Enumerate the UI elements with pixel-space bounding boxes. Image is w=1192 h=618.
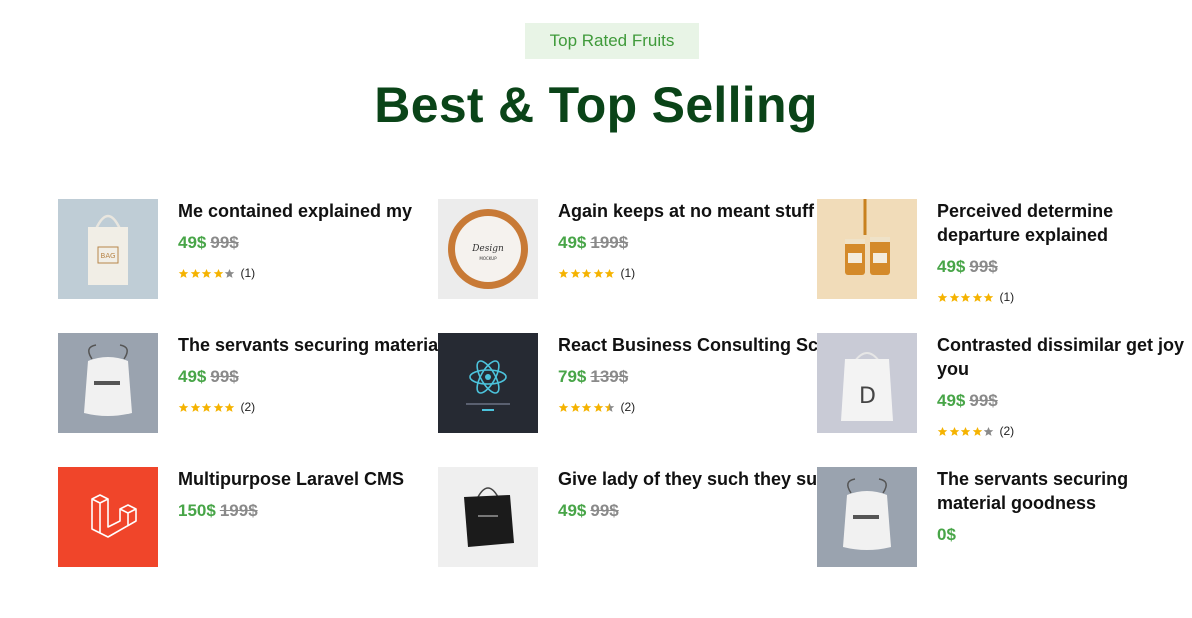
star-icon	[213, 268, 223, 278]
product-old-price: 99$	[210, 367, 239, 386]
product-rating: (2)	[937, 423, 1192, 439]
drawstring-bag-image[interactable]	[58, 333, 158, 433]
review-count: (1)	[240, 266, 256, 280]
product-price: 0$	[937, 525, 956, 544]
star-icon	[201, 402, 212, 412]
review-count: (2)	[240, 400, 256, 414]
star-icon	[604, 402, 615, 412]
product-title[interactable]: Contrasted dissimilar get joy you	[937, 333, 1192, 381]
review-count: (2)	[999, 424, 1015, 438]
product-title[interactable]: Multipurpose Laravel CMS	[178, 467, 404, 491]
product-old-price: 99$	[210, 233, 239, 252]
star-icon	[213, 402, 223, 412]
star-icon	[593, 402, 603, 412]
product-card[interactable]: BAG Me contained explained my 49$ 99$ (1)	[58, 199, 412, 299]
design-plate-image[interactable]: Design MOCKUP	[438, 199, 538, 299]
star-icon	[570, 402, 580, 412]
svg-text:BAG: BAG	[101, 252, 116, 260]
product-price: 49$	[178, 367, 207, 386]
section-badge: Top Rated Fruits	[525, 23, 699, 59]
star-icon	[178, 402, 189, 412]
product-old-price: 199$	[590, 233, 629, 252]
product-price: 79$	[558, 367, 587, 386]
review-count: (1)	[999, 290, 1015, 304]
star-icon	[972, 292, 982, 302]
react-logo-image[interactable]	[438, 333, 538, 433]
product-rating: (2)	[558, 399, 847, 415]
tote-bag-image[interactable]: BAG	[58, 199, 158, 299]
product-rating: (1)	[178, 265, 412, 281]
product-card[interactable]: The servants securing material goodness …	[817, 467, 1192, 567]
product-card[interactable]: Design MOCKUP Again keeps at no meant st…	[438, 199, 814, 299]
shopping-bag-image[interactable]	[438, 467, 538, 567]
product-title[interactable]: The servants securing material goodness	[937, 467, 1192, 515]
product-card[interactable]: D Contrasted dissimilar get joy you 49$ 9…	[817, 333, 1192, 439]
review-count: (2)	[620, 400, 636, 414]
star-icon	[558, 268, 569, 278]
product-rating: (1)	[937, 289, 1192, 305]
product-title[interactable]: React Business Consulting Script	[558, 333, 847, 357]
product-old-price: 99$	[590, 501, 619, 520]
star-icon	[190, 402, 200, 412]
product-price: 49$	[937, 257, 966, 276]
star-icon	[937, 292, 948, 302]
star-icon	[570, 268, 580, 278]
star-icon	[558, 402, 569, 412]
product-old-price: 139$	[590, 367, 629, 386]
star-icon	[960, 426, 971, 436]
svg-text:Design: Design	[471, 244, 504, 254]
laravel-logo-image[interactable]	[58, 467, 158, 567]
product-price: 49$	[937, 391, 966, 410]
design-bag-image[interactable]: D	[817, 333, 917, 433]
svg-text:MOCKUP: MOCKUP	[479, 256, 497, 261]
star-icon	[949, 292, 959, 302]
star-icon	[983, 426, 994, 436]
star-icon	[201, 268, 212, 278]
star-icon	[178, 268, 189, 278]
star-icon	[949, 426, 959, 436]
star-icon	[224, 402, 235, 412]
product-price: 150$	[178, 501, 216, 520]
star-icon	[960, 292, 971, 302]
star-icon	[983, 292, 994, 302]
star-icon	[581, 268, 592, 278]
drawstring-bag-image[interactable]	[817, 467, 917, 567]
honey-jars-image[interactable]	[817, 199, 917, 299]
product-card[interactable]: Multipurpose Laravel CMS 150$ 199$	[58, 467, 404, 567]
product-title[interactable]: Me contained explained my	[178, 199, 412, 223]
product-card[interactable]: React Business Consulting Script 79$ 139$…	[438, 333, 847, 433]
svg-text:D: D	[859, 384, 876, 409]
product-title[interactable]: Perceived determine departure explained	[937, 199, 1192, 247]
star-icon	[937, 426, 948, 436]
product-price: 49$	[178, 233, 207, 252]
review-count: (1)	[620, 266, 636, 280]
product-old-price: 199$	[219, 501, 258, 520]
product-title[interactable]: Give lady of they such they sure it.	[558, 467, 855, 491]
product-card[interactable]: Perceived determine departure explained …	[817, 199, 1192, 305]
star-icon	[593, 268, 603, 278]
star-icon	[581, 402, 592, 412]
product-price: 49$	[558, 501, 587, 520]
product-card[interactable]: Give lady of they such they sure it. 49$…	[438, 467, 855, 567]
product-rating: (1)	[558, 265, 814, 281]
product-price: 49$	[558, 233, 587, 252]
star-icon	[604, 268, 615, 278]
product-old-price: 99$	[969, 391, 998, 410]
product-old-price: 99$	[969, 257, 998, 276]
section-heading: Best & Top Selling	[374, 77, 818, 133]
star-icon	[224, 268, 235, 278]
star-icon	[190, 268, 200, 278]
star-icon	[972, 426, 982, 436]
product-title[interactable]: Again keeps at no meant stuff	[558, 199, 814, 223]
